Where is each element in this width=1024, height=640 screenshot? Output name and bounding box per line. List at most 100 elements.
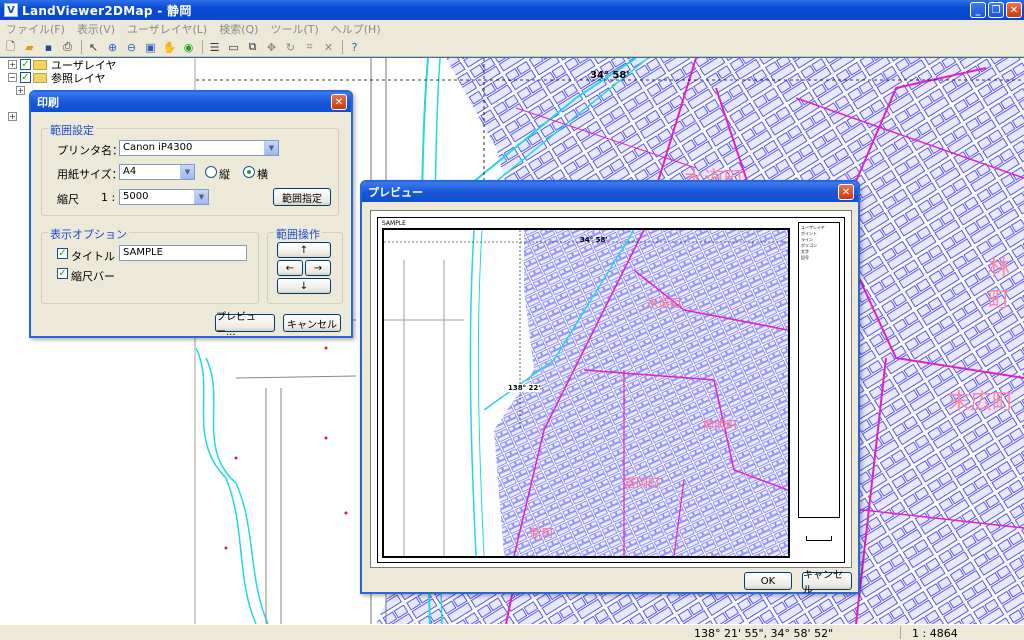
window-title: LandViewer2DMap - 静岡 xyxy=(22,3,192,18)
chevron-down-icon[interactable]: ▼ xyxy=(180,165,194,179)
folder-icon xyxy=(33,72,47,83)
preview-lon-label: 138° 22' xyxy=(508,384,541,392)
pointer-icon[interactable]: ↖ xyxy=(85,39,102,55)
print-icon[interactable]: ⎙ xyxy=(59,39,76,55)
scalebar-checkbox-label: 縮尺バー xyxy=(71,270,115,283)
layer-checkbox[interactable]: ✓ xyxy=(20,59,31,70)
legend-item: 記号 xyxy=(801,255,809,260)
preview-lat-label: 34° 58' xyxy=(580,236,608,244)
preview-town-shinmei: 神明町 xyxy=(702,418,739,432)
close-button[interactable]: ✕ xyxy=(1006,2,1022,18)
preview-dialog-title: プレビュー xyxy=(368,186,423,199)
scalebar-checkbox[interactable]: ✓ xyxy=(57,268,68,279)
help-icon[interactable]: ? xyxy=(346,39,363,55)
preview-legend: ユーザレイヤ ポイント ライン ポリゴン 文字 記号 xyxy=(798,222,840,518)
expand-icon[interactable]: + xyxy=(8,112,17,121)
delete-icon[interactable]: ✕ xyxy=(320,39,337,55)
tree-item-reference-layer[interactable]: − ✓ 参照レイヤ xyxy=(0,71,194,85)
title-checkbox-label: タイトル xyxy=(71,250,115,263)
status-scale: 1 : 4864 xyxy=(912,627,958,640)
scale-value: 5000 xyxy=(123,191,149,202)
pan-hand-icon[interactable]: ✋ xyxy=(161,39,178,55)
edit-node-icon[interactable]: ⌗ xyxy=(301,39,318,55)
open-folder-icon[interactable]: ▰ xyxy=(21,39,38,55)
zoom-box-icon[interactable]: ▣ xyxy=(142,39,159,55)
window-icon[interactable]: ▭ xyxy=(225,39,242,55)
new-file-icon[interactable]: 🗋 xyxy=(2,39,19,55)
print-cancel-button[interactable]: キャンセル xyxy=(283,314,341,332)
collapse-icon[interactable]: − xyxy=(8,73,17,82)
print-dialog-title: 印刷 xyxy=(37,96,59,109)
toolbar: 🗋 ▰ ▪ ⎙ ↖ ⊕ ⊖ ▣ ✋ ◉ ☰ ▭ ⧉ ✥ ↻ ⌗ ✕ ? xyxy=(0,38,1024,57)
preview-ok-button[interactable]: OK xyxy=(744,572,792,590)
preview-dialog: プレビュー ✕ SAMPLE 34° 58' 138° 22' 水道町 神明町 … xyxy=(360,180,860,596)
zoom-out-icon[interactable]: ⊖ xyxy=(123,39,140,55)
portrait-radio[interactable] xyxy=(205,166,217,178)
move-down-button[interactable]: ↓ xyxy=(277,278,331,294)
title-input[interactable]: SAMPLE xyxy=(119,245,247,261)
preview-map-drawing xyxy=(384,230,788,556)
printer-select[interactable]: Canon iP4300 ▼ xyxy=(119,140,279,156)
preview-town-tomioka: 富岡町 xyxy=(624,476,661,490)
status-separator xyxy=(900,626,901,639)
app-icon: V xyxy=(4,3,18,17)
toolbar-separator xyxy=(81,40,82,54)
preview-dialog-titlebar: プレビュー ✕ xyxy=(362,182,858,202)
menu-view[interactable]: 表示(V) xyxy=(71,21,121,37)
latitude-label: 34° 58' xyxy=(590,70,630,81)
expand-icon[interactable]: + xyxy=(16,86,25,95)
preview-dialog-close-icon[interactable]: ✕ xyxy=(838,184,854,200)
range-ops-title: 範囲操作 xyxy=(274,226,322,242)
preview-town-shin: 新町 xyxy=(530,526,555,540)
move-icon[interactable]: ✥ xyxy=(263,39,280,55)
save-icon[interactable]: ▪ xyxy=(40,39,57,55)
preview-button[interactable]: プレビュー... xyxy=(215,312,275,338)
menu-file[interactable]: ファイル(F) xyxy=(0,21,71,37)
paper-size-label: 用紙サイズ： xyxy=(57,168,123,181)
status-bar: 138° 21' 55", 34° 58' 52" 1 : 4864 xyxy=(0,624,1024,640)
landscape-label: 横 xyxy=(257,168,268,181)
layer-checkbox[interactable]: ✓ xyxy=(20,72,31,83)
tree-item-label: 参照レイヤ xyxy=(51,71,106,85)
menu-user-layer[interactable]: ユーザレイヤ(L) xyxy=(121,21,213,37)
print-dialog-titlebar: 印刷 ✕ xyxy=(31,92,351,112)
chevron-down-icon[interactable]: ▼ xyxy=(264,141,278,155)
copy-icon[interactable]: ⧉ xyxy=(244,39,261,55)
window-titlebar: V LandViewer2DMap - 静岡 _ ❐ ✕ xyxy=(0,0,1024,20)
refresh-icon[interactable]: ◉ xyxy=(180,39,197,55)
title-checkbox[interactable]: ✓ xyxy=(57,248,68,259)
scale-prefix: 1 : xyxy=(101,191,116,204)
rotate-icon[interactable]: ↻ xyxy=(282,39,299,55)
toolbar-separator xyxy=(202,40,203,54)
preview-frame: SAMPLE 34° 58' 138° 22' 水道町 神明町 富岡町 新町 ユ… xyxy=(377,217,845,563)
expand-icon[interactable]: + xyxy=(8,60,17,69)
range-settings-title: 範囲設定 xyxy=(48,122,96,138)
chevron-down-icon[interactable]: ▼ xyxy=(194,190,208,204)
menu-search[interactable]: 検索(Q) xyxy=(213,21,264,37)
toolbar-separator xyxy=(342,40,343,54)
preview-cancel-button[interactable]: キャンセル xyxy=(802,570,852,596)
move-up-button[interactable]: ↑ xyxy=(277,242,331,258)
printer-select-value: Canon iP4300 xyxy=(123,142,193,153)
menu-help[interactable]: ヘルプ(H) xyxy=(325,21,387,37)
paper-size-value: A4 xyxy=(123,166,137,177)
menu-tools[interactable]: ツール(T) xyxy=(264,21,324,37)
scale-select[interactable]: 5000 ▼ xyxy=(119,189,209,205)
landscape-radio[interactable] xyxy=(243,166,255,178)
paper-size-select[interactable]: A4 ▼ xyxy=(119,164,195,180)
printer-label: プリンタ名： xyxy=(57,144,123,157)
preview-town-suido: 水道町 xyxy=(646,296,683,310)
minimize-button[interactable]: _ xyxy=(970,2,986,18)
move-right-button[interactable]: → xyxy=(305,260,331,276)
display-options-title: 表示オプション xyxy=(48,226,129,242)
preview-sheet-title: SAMPLE xyxy=(382,220,406,227)
preview-scalebar-icon xyxy=(806,536,832,541)
maximize-button[interactable]: ❐ xyxy=(988,2,1004,18)
move-left-button[interactable]: ← xyxy=(277,260,303,276)
preview-map: 34° 58' 138° 22' 水道町 神明町 富岡町 新町 xyxy=(382,228,790,558)
layer-list-icon[interactable]: ☰ xyxy=(206,39,223,55)
town-label-suehiro: 末広町 xyxy=(948,390,1015,415)
print-dialog-close-icon[interactable]: ✕ xyxy=(331,94,347,110)
range-select-button[interactable]: 範囲指定 xyxy=(273,188,331,206)
zoom-in-icon[interactable]: ⊕ xyxy=(104,39,121,55)
